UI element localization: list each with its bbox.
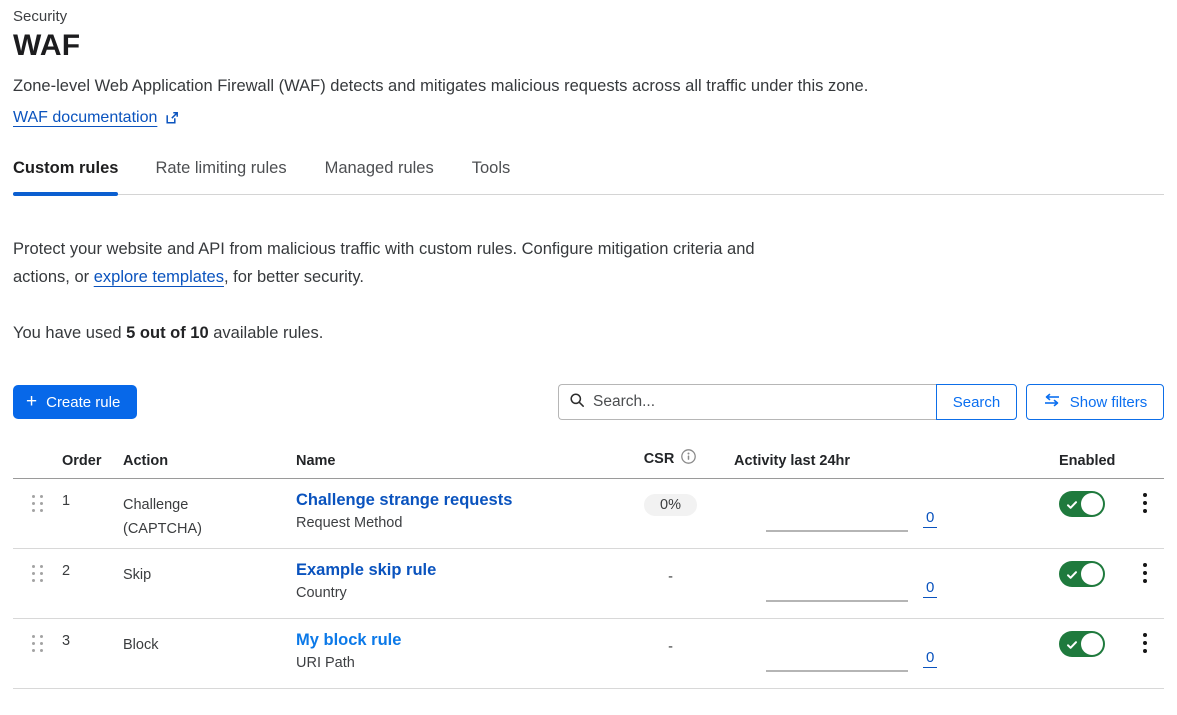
drag-handle[interactable] bbox=[13, 549, 62, 618]
plus-icon: + bbox=[26, 392, 37, 411]
table-row: 2 Skip Example skip rule Country - 0 bbox=[13, 549, 1164, 619]
rule-action-line1: Block bbox=[123, 633, 296, 657]
usage-count: 5 out of 10 bbox=[126, 324, 209, 342]
table-header-row: Order Action Name CSR Activity last 24hr… bbox=[13, 448, 1164, 479]
activity-count-link[interactable]: 0 bbox=[923, 509, 937, 528]
rule-action-line1: Challenge bbox=[123, 493, 296, 517]
row-menu-button[interactable] bbox=[1137, 561, 1153, 585]
custom-rules-intro: Protect your website and API from malici… bbox=[13, 235, 755, 291]
rule-field: URI Path bbox=[296, 655, 623, 671]
header-order: Order bbox=[62, 453, 123, 469]
checkmark-icon bbox=[1066, 498, 1078, 516]
tab-tools[interactable]: Tools bbox=[472, 159, 511, 194]
show-filters-label: Show filters bbox=[1070, 394, 1148, 411]
activity-count-link[interactable]: 0 bbox=[923, 649, 937, 668]
rule-name-link[interactable]: Challenge strange requests bbox=[296, 491, 512, 509]
rules-usage-text: You have used 5 out of 10 available rule… bbox=[13, 324, 1164, 343]
csr-value: - bbox=[668, 564, 673, 585]
rule-action: Skip bbox=[123, 549, 296, 618]
rule-action-line1: Skip bbox=[123, 563, 296, 587]
create-rule-label: Create rule bbox=[46, 394, 120, 411]
header-enabled: Enabled bbox=[1043, 453, 1125, 469]
checkmark-icon bbox=[1066, 638, 1078, 656]
activity-sparkline bbox=[766, 600, 908, 602]
custom-rules-table: Order Action Name CSR Activity last 24hr… bbox=[13, 448, 1164, 689]
rule-order: 3 bbox=[62, 619, 123, 688]
page-description: Zone-level Web Application Firewall (WAF… bbox=[13, 77, 1164, 96]
waf-page: Security WAF Zone-level Web Application … bbox=[0, 8, 1177, 689]
tab-managed-rules[interactable]: Managed rules bbox=[325, 159, 434, 194]
create-rule-button[interactable]: + Create rule bbox=[13, 385, 137, 419]
rules-toolbar: + Create rule Search bbox=[13, 384, 1164, 420]
activity-sparkline bbox=[766, 670, 908, 672]
activity-sparkline bbox=[766, 530, 908, 532]
header-action: Action bbox=[123, 453, 296, 469]
row-menu-button[interactable] bbox=[1137, 491, 1153, 515]
page-title: WAF bbox=[13, 29, 1164, 63]
explore-templates-link[interactable]: explore templates bbox=[94, 268, 224, 286]
header-name: Name bbox=[296, 453, 623, 469]
drag-handle[interactable] bbox=[13, 619, 62, 688]
csr-value: - bbox=[668, 634, 673, 655]
checkmark-icon bbox=[1066, 568, 1078, 586]
enabled-toggle[interactable] bbox=[1059, 631, 1105, 657]
search-button[interactable]: Search bbox=[936, 384, 1017, 420]
usage-suffix: available rules. bbox=[209, 324, 324, 342]
csr-badge: 0% bbox=[644, 494, 697, 516]
tab-rate-limiting-rules[interactable]: Rate limiting rules bbox=[155, 159, 286, 194]
info-icon[interactable] bbox=[680, 448, 697, 469]
rule-field: Request Method bbox=[296, 515, 623, 531]
rule-action-line2: (CAPTCHA) bbox=[123, 517, 296, 541]
rule-field: Country bbox=[296, 585, 623, 601]
external-link-icon bbox=[164, 110, 180, 126]
header-csr: CSR bbox=[644, 451, 675, 467]
activity-count-link[interactable]: 0 bbox=[923, 579, 937, 598]
tab-custom-rules[interactable]: Custom rules bbox=[13, 159, 118, 194]
search-combo: Search bbox=[558, 384, 1017, 420]
usage-prefix: You have used bbox=[13, 324, 126, 342]
show-filters-button[interactable]: Show filters bbox=[1026, 384, 1164, 420]
enabled-toggle[interactable] bbox=[1059, 491, 1105, 517]
table-row: 1 Challenge (CAPTCHA) Challenge strange … bbox=[13, 479, 1164, 549]
row-menu-button[interactable] bbox=[1137, 631, 1153, 655]
waf-documentation-link[interactable]: WAF documentation bbox=[13, 109, 157, 127]
rule-action: Block bbox=[123, 619, 296, 688]
rule-order: 1 bbox=[62, 479, 123, 548]
search-icon bbox=[569, 392, 585, 413]
rule-name-link[interactable]: My block rule bbox=[296, 631, 401, 649]
rule-name-link[interactable]: Example skip rule bbox=[296, 561, 436, 579]
breadcrumb: Security bbox=[13, 8, 1164, 25]
drag-handle-icon bbox=[32, 565, 43, 582]
rule-order: 2 bbox=[62, 549, 123, 618]
waf-tabs: Custom rules Rate limiting rules Managed… bbox=[13, 159, 1164, 195]
swap-arrows-icon bbox=[1043, 393, 1061, 411]
enabled-toggle[interactable] bbox=[1059, 561, 1105, 587]
drag-handle-icon bbox=[32, 635, 43, 652]
intro-text-after: , for better security. bbox=[224, 268, 364, 286]
rule-action: Challenge (CAPTCHA) bbox=[123, 479, 296, 548]
header-activity: Activity last 24hr bbox=[718, 453, 1043, 469]
table-row: 3 Block My block rule URI Path - 0 bbox=[13, 619, 1164, 689]
drag-handle-icon bbox=[32, 495, 43, 512]
drag-handle[interactable] bbox=[13, 479, 62, 548]
search-input[interactable] bbox=[593, 393, 926, 411]
